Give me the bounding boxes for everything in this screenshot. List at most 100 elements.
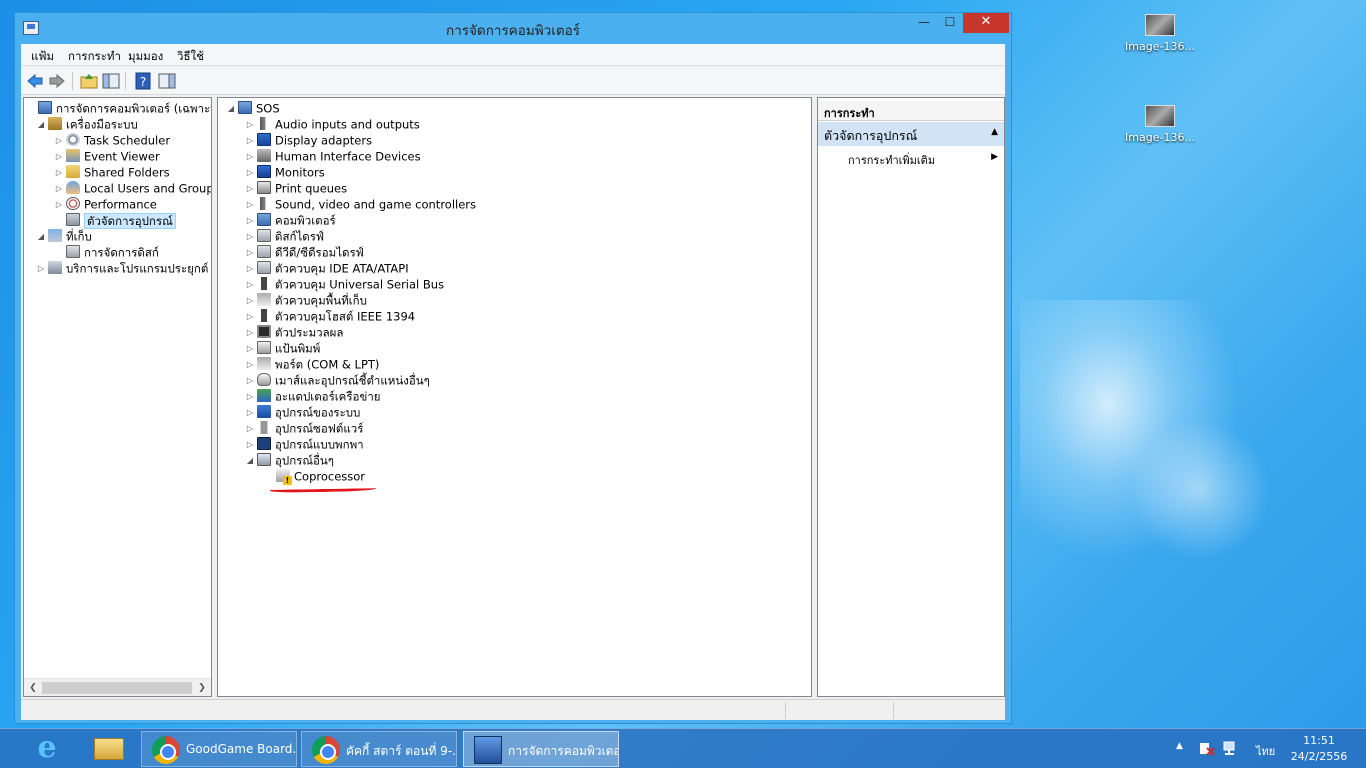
device-category[interactable]: ▷ พอร์ต (COM & LPT): [245, 356, 379, 372]
collapsed-arrow-icon[interactable]: ▷: [54, 197, 64, 213]
collapsed-arrow-icon[interactable]: ▷: [245, 133, 255, 149]
device-category[interactable]: ▷ Print queues: [245, 180, 347, 196]
device-category[interactable]: ▷ อะแดปเตอร์เครือข่าย: [245, 388, 381, 404]
device-category[interactable]: ▷ ตัวประมวลผล: [245, 324, 343, 340]
device-category[interactable]: ▷ อุปกรณ์ซอฟต์แวร์: [245, 420, 363, 436]
close-button[interactable]: ✕: [963, 13, 1009, 33]
device-category[interactable]: ▷ คอมพิวเตอร์: [245, 212, 336, 228]
device-category[interactable]: ▷ ตัวควบคุม Universal Serial Bus: [245, 276, 444, 292]
collapsed-arrow-icon[interactable]: ▷: [245, 149, 255, 165]
device-category[interactable]: ▷ เมาส์และอุปกรณ์ชี้ตำแหน่งอื่นๆ: [245, 372, 430, 388]
show-hide-action-pane-icon[interactable]: [157, 71, 177, 91]
collapse-up-icon[interactable]: ▲: [991, 127, 998, 137]
device-category[interactable]: ▷ ตัวควบคุมโฮสต์ IEEE 1394: [245, 308, 415, 324]
taskbar-button-chrome-2[interactable]: คัคกี้ สตาร์ ตอนที่ 9-...: [301, 731, 457, 767]
device-category[interactable]: ▷ อุปกรณ์ของระบบ: [245, 404, 360, 420]
collapsed-arrow-icon[interactable]: ▷: [245, 405, 255, 421]
collapsed-arrow-icon[interactable]: ▷: [245, 165, 255, 181]
collapsed-arrow-icon[interactable]: ▷: [245, 277, 255, 293]
back-arrow-icon[interactable]: [25, 71, 45, 91]
collapsed-arrow-icon[interactable]: ▷: [245, 181, 255, 197]
collapsed-arrow-icon[interactable]: ▷: [245, 373, 255, 389]
more-actions-item[interactable]: การกระทำเพิ่มเติม ▶: [818, 150, 1004, 168]
console-tree-item[interactable]: ▷ บริการและโปรแกรมประยุกต์: [36, 260, 208, 276]
taskbar-button-computer-management[interactable]: การจัดการคอมพิวเตอร์: [463, 731, 619, 767]
device-category[interactable]: ▷ ตัวควบคุม IDE ATA/ATAPI: [245, 260, 409, 276]
collapsed-arrow-icon[interactable]: ▷: [245, 421, 255, 437]
help-icon[interactable]: ?: [133, 71, 153, 91]
console-tree-item[interactable]: ▷ Performance: [54, 196, 157, 212]
collapsed-arrow-icon[interactable]: ▷: [245, 341, 255, 357]
console-tree-item[interactable]: ▷ Local Users and Groups: [54, 180, 211, 197]
collapsed-arrow-icon[interactable]: ▷: [245, 293, 255, 309]
device-category[interactable]: ◢ อุปกรณ์อื่นๆ: [245, 452, 334, 468]
collapsed-arrow-icon[interactable]: ▷: [245, 389, 255, 405]
network-icon[interactable]: [1222, 739, 1240, 757]
desktop-image-icon-1[interactable]: Image-136...: [1120, 14, 1200, 53]
collapsed-arrow-icon[interactable]: ▷: [54, 181, 64, 197]
maximize-button[interactable]: ☐: [937, 13, 963, 33]
collapsed-arrow-icon[interactable]: ▷: [245, 357, 255, 373]
console-tree-item[interactable]: ตัวจัดการอุปกรณ์: [54, 212, 176, 229]
title-bar[interactable]: การจัดการคอมพิวเตอร์ — ☐ ✕: [15, 13, 1011, 43]
device-category[interactable]: ▷ ดีวีดี/ซีดีรอมไดรฟ์: [245, 244, 364, 260]
collapsed-arrow-icon[interactable]: ▷: [245, 117, 255, 133]
console-tree-pane[interactable]: ❮ ❯ การจัดการคอมพิวเตอร์ (เฉพาะที่) ◢ เครื…: [23, 97, 212, 697]
forward-arrow-icon[interactable]: [47, 71, 67, 91]
collapsed-arrow-icon[interactable]: ▷: [54, 133, 64, 149]
collapsed-arrow-icon[interactable]: ▷: [245, 245, 255, 261]
device-category[interactable]: ▷ Monitors: [245, 164, 325, 180]
collapsed-arrow-icon[interactable]: ▷: [245, 197, 255, 213]
console-tree-item[interactable]: การจัดการดิสก์: [54, 244, 159, 260]
collapsed-arrow-icon[interactable]: ▷: [245, 229, 255, 245]
device-category[interactable]: ▷ อุปกรณ์แบบพกพา: [245, 436, 364, 452]
scroll-right-icon[interactable]: ❯: [194, 680, 210, 696]
desktop-image-icon-2[interactable]: Image-136...: [1120, 105, 1200, 144]
collapsed-arrow-icon[interactable]: ▷: [245, 213, 255, 229]
device-category[interactable]: ▷ Sound, video and game controllers: [245, 196, 476, 212]
device-category[interactable]: ▷ Display adapters: [245, 132, 372, 148]
console-tree-item[interactable]: ◢ เครื่องมือระบบ: [36, 116, 138, 132]
console-tree-item[interactable]: การจัดการคอมพิวเตอร์ (เฉพาะที่): [26, 100, 211, 116]
menu-action[interactable]: การกระทำ: [68, 48, 121, 66]
expanded-arrow-icon[interactable]: ◢: [36, 229, 46, 245]
collapsed-arrow-icon[interactable]: ▷: [245, 309, 255, 325]
device-category[interactable]: ▷ Human Interface Devices: [245, 148, 421, 164]
show-hidden-icons-icon[interactable]: ▲: [1176, 741, 1183, 768]
taskbar-clock[interactable]: 11:51 24/2/2556: [1284, 733, 1354, 768]
minimize-button[interactable]: —: [911, 13, 937, 33]
collapsed-arrow-icon[interactable]: ▷: [54, 149, 64, 165]
console-tree-item[interactable]: ▷ Event Viewer: [54, 148, 160, 164]
console-tree-item[interactable]: ◢ ที่เก็บ: [36, 228, 92, 244]
action-center-icon[interactable]: [1198, 739, 1216, 757]
collapsed-arrow-icon[interactable]: ▷: [245, 325, 255, 341]
expanded-arrow-icon[interactable]: ◢: [226, 101, 236, 117]
device-category[interactable]: ▷ ตัวควบคุมพื้นที่เก็บ: [245, 292, 367, 308]
language-indicator[interactable]: ไทย: [1256, 742, 1275, 768]
collapsed-arrow-icon[interactable]: ▷: [245, 261, 255, 277]
device-category[interactable]: ▷ แป้นพิมพ์: [245, 340, 320, 356]
expanded-arrow-icon[interactable]: ◢: [245, 453, 255, 469]
show-hide-console-tree-icon[interactable]: [101, 71, 121, 91]
up-folder-icon[interactable]: [79, 71, 99, 91]
device-tree-root[interactable]: ◢ SOS: [226, 100, 280, 116]
device-tree-pane[interactable]: ◢ SOS ▷ Audio inputs and outputs ▷ Display ad…: [217, 97, 812, 697]
taskbar-button-chrome-1[interactable]: GoodGame Board...: [141, 731, 297, 767]
horizontal-scrollbar[interactable]: ❮ ❯: [24, 678, 211, 696]
collapsed-arrow-icon[interactable]: ▷: [36, 261, 46, 277]
expanded-arrow-icon[interactable]: ◢: [36, 117, 46, 133]
console-tree-item[interactable]: ▷ Task Scheduler: [54, 132, 170, 148]
scrollbar-thumb[interactable]: [42, 682, 192, 694]
actions-device-manager-section[interactable]: ตัวจัดการอุปกรณ์ ▲: [818, 122, 1004, 146]
device-category[interactable]: ▷ Audio inputs and outputs: [245, 116, 420, 132]
internet-explorer-icon[interactable]: e: [26, 732, 66, 766]
console-tree-item[interactable]: ▷ Shared Folders: [54, 164, 170, 180]
collapsed-arrow-icon[interactable]: ▷: [245, 437, 255, 453]
file-explorer-icon[interactable]: [86, 732, 130, 766]
menu-view[interactable]: มุมมอง: [128, 48, 163, 66]
scroll-left-icon[interactable]: ❮: [25, 680, 41, 696]
collapsed-arrow-icon[interactable]: ▷: [54, 165, 64, 181]
menu-help[interactable]: วิธีใช้: [177, 48, 204, 66]
device-category[interactable]: ▷ ดิสก์ไดรฟ์: [245, 228, 324, 244]
menu-file[interactable]: แฟ้ม: [31, 48, 54, 66]
